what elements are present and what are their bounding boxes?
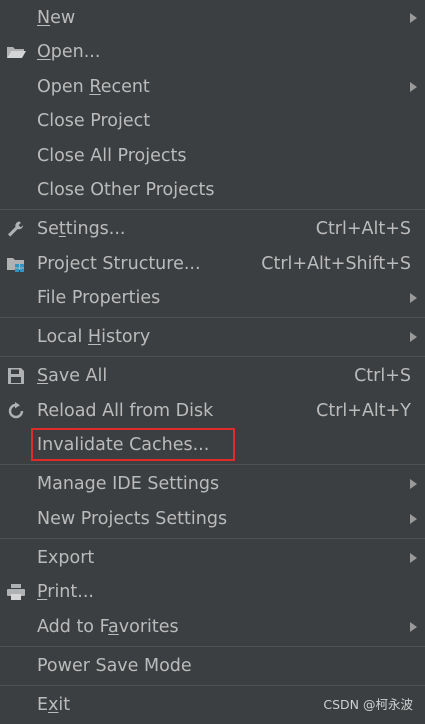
menu-item-settings[interactable]: Settings... Ctrl+Alt+S — [0, 212, 425, 246]
menu-item-exit-label: Exit — [37, 695, 71, 715]
menu-item-close-other-projects[interactable]: Close Other Projects — [0, 173, 425, 207]
menu-item-invalidate-caches[interactable]: Invalidate Caches... — [0, 428, 425, 462]
menu-item-new-label: New — [37, 8, 76, 28]
menu-separator — [0, 538, 425, 539]
menu-item-new[interactable]: New — [0, 1, 425, 35]
menu-item-close-project-label: Close Project — [37, 111, 151, 131]
folder-icon — [6, 43, 26, 61]
menu-item-save-all-label: Save All — [37, 366, 108, 386]
menu-item-close-all-projects-label: Close All Projects — [37, 146, 187, 166]
printer-icon — [6, 583, 26, 601]
menu-item-export-label: Export — [37, 548, 95, 568]
menu-item-settings-shortcut: Ctrl+Alt+S — [315, 219, 411, 239]
project-structure-icon — [6, 255, 26, 273]
menu-item-reload-all-label: Reload All from Disk — [37, 401, 214, 421]
menu-separator — [0, 464, 425, 465]
submenu-arrow-icon — [410, 332, 417, 342]
menu-item-save-all-shortcut: Ctrl+S — [354, 366, 411, 386]
menu-item-reload-all-from-disk[interactable]: Reload All from Disk Ctrl+Alt+Y — [0, 394, 425, 428]
menu-item-print-label: Print... — [37, 582, 94, 602]
menu-separator — [0, 317, 425, 318]
submenu-arrow-icon — [410, 553, 417, 563]
menu-item-close-other-projects-label: Close Other Projects — [37, 180, 215, 200]
menu-separator — [0, 356, 425, 357]
submenu-arrow-icon — [410, 13, 417, 23]
menu-item-manage-ide-settings[interactable]: Manage IDE Settings — [0, 467, 425, 501]
submenu-arrow-icon — [410, 82, 417, 92]
menu-item-save-all[interactable]: Save All Ctrl+S — [0, 359, 425, 393]
menu-item-power-save-mode[interactable]: Power Save Mode — [0, 649, 425, 683]
menu-item-power-save-mode-label: Power Save Mode — [37, 656, 192, 676]
menu-item-open-recent-label: Open Recent — [37, 77, 150, 97]
submenu-arrow-icon — [410, 514, 417, 524]
menu-item-new-projects-settings[interactable]: New Projects Settings — [0, 502, 425, 536]
menu-item-print[interactable]: Print... — [0, 575, 425, 609]
wrench-icon — [6, 220, 26, 238]
submenu-arrow-icon — [410, 293, 417, 303]
menu-item-settings-label: Settings... — [37, 219, 126, 239]
menu-item-invalidate-caches-label: Invalidate Caches... — [37, 435, 210, 455]
menu-item-manage-ide-settings-label: Manage IDE Settings — [37, 474, 220, 494]
menu-item-new-projects-settings-label: New Projects Settings — [37, 509, 228, 529]
menu-item-file-properties[interactable]: File Properties — [0, 281, 425, 315]
reload-icon — [6, 402, 26, 420]
menu-item-open-recent[interactable]: Open Recent — [0, 70, 425, 104]
menu-item-reload-all-shortcut: Ctrl+Alt+Y — [316, 401, 411, 421]
menu-item-project-structure[interactable]: Project Structure... Ctrl+Alt+Shift+S — [0, 247, 425, 281]
submenu-arrow-icon — [410, 479, 417, 489]
watermark: CSDN @柯永波 — [323, 697, 413, 712]
menu-item-close-project[interactable]: Close Project — [0, 104, 425, 138]
menu-item-file-properties-label: File Properties — [37, 288, 161, 308]
menu-item-add-to-favorites-label: Add to Favorites — [37, 617, 179, 637]
save-icon — [6, 367, 26, 385]
menu-separator — [0, 646, 425, 647]
menu-item-project-structure-shortcut: Ctrl+Alt+Shift+S — [261, 254, 411, 274]
menu-item-open-label: Open... — [37, 42, 101, 62]
menu-separator — [0, 209, 425, 210]
menu-separator — [0, 685, 425, 686]
submenu-arrow-icon — [410, 622, 417, 632]
menu-item-project-structure-label: Project Structure... — [37, 254, 201, 274]
menu-item-close-all-projects[interactable]: Close All Projects — [0, 139, 425, 173]
menu-item-add-to-favorites[interactable]: Add to Favorites — [0, 610, 425, 644]
menu-item-local-history-label: Local History — [37, 327, 151, 347]
menu-item-local-history[interactable]: Local History — [0, 320, 425, 354]
menu-item-open[interactable]: Open... — [0, 35, 425, 69]
file-menu: New Open... Open Recent Close Project Cl… — [0, 0, 425, 724]
menu-item-export[interactable]: Export — [0, 541, 425, 575]
